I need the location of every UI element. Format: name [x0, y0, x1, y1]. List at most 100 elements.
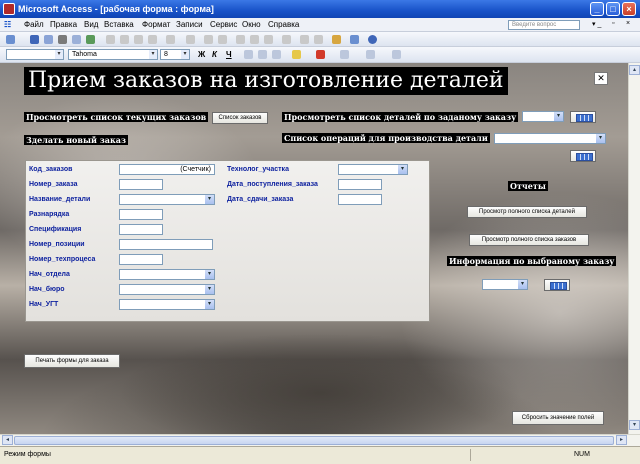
- operations-grid-button[interactable]: [570, 150, 596, 162]
- receipt-date-field[interactable]: [338, 179, 382, 190]
- horizontal-scrollbar[interactable]: ◂ ▸: [0, 434, 640, 446]
- font-name-select[interactable]: Tahoma ▾: [68, 49, 158, 60]
- chevron-down-icon[interactable]: ▾: [554, 112, 563, 121]
- full-orders-list-button[interactable]: Просмотр полного списка заказов: [469, 234, 589, 246]
- scroll-down-icon[interactable]: ▾: [629, 420, 640, 430]
- view-icon[interactable]: [6, 35, 15, 44]
- menu-file[interactable]: Файл: [24, 20, 44, 29]
- process-number-field[interactable]: [119, 254, 163, 265]
- object-selector[interactable]: ▾: [6, 49, 64, 60]
- new-object-icon[interactable]: [350, 35, 359, 44]
- scroll-right-icon[interactable]: ▸: [616, 435, 627, 445]
- chevron-down-icon[interactable]: ▾: [181, 50, 189, 59]
- chevron-down-icon[interactable]: ▾: [55, 50, 63, 59]
- chevron-down-icon[interactable]: ▾: [518, 280, 527, 289]
- technologist-select[interactable]: ▾: [338, 164, 408, 175]
- database-window-icon[interactable]: [332, 35, 341, 44]
- details-grid-button[interactable]: [570, 111, 596, 123]
- detail-name-select[interactable]: ▾: [119, 194, 215, 205]
- copy-icon[interactable]: [120, 35, 129, 44]
- chevron-down-icon[interactable]: ▾: [205, 195, 214, 204]
- search-icon[interactable]: [44, 35, 53, 44]
- reports-label: Отчеты: [508, 181, 548, 191]
- chevron-down-icon[interactable]: ▾: [149, 50, 157, 59]
- delivery-date-field[interactable]: [338, 194, 382, 205]
- menu-help[interactable]: Справка: [268, 20, 299, 29]
- specification-field[interactable]: [119, 224, 163, 235]
- font-size-value: 8: [164, 51, 168, 58]
- scroll-up-icon[interactable]: ▴: [629, 65, 640, 75]
- order-select-for-details[interactable]: ▾: [522, 111, 564, 122]
- form-menu-icon[interactable]: ☷: [4, 20, 11, 29]
- print-order-form-button[interactable]: Печать формы для заказа: [24, 354, 120, 368]
- vertical-scrollbar[interactable]: ▴ ▾: [628, 63, 640, 434]
- filter-form-icon[interactable]: [250, 35, 259, 44]
- chevron-down-icon[interactable]: ▾: [596, 134, 605, 143]
- help-icon[interactable]: [368, 35, 377, 44]
- apply-filter-icon[interactable]: [264, 35, 273, 44]
- sort-descending-icon[interactable]: [218, 35, 227, 44]
- doc-minimize-icon[interactable]: ▾ _: [592, 20, 601, 28]
- view-orders-label: Просмотреть список текущих заказов: [24, 112, 209, 122]
- menu-tools[interactable]: Сервис: [210, 20, 237, 29]
- chevron-down-icon[interactable]: ▾: [205, 270, 214, 279]
- line-width-icon[interactable]: [366, 50, 375, 59]
- delete-record-icon[interactable]: [314, 35, 323, 44]
- underline-button[interactable]: Ч: [226, 50, 232, 59]
- fill-color-icon[interactable]: [292, 50, 301, 59]
- sort-ascending-icon[interactable]: [204, 35, 213, 44]
- print-icon[interactable]: [58, 35, 67, 44]
- ugt-head-select[interactable]: ▾: [119, 299, 215, 310]
- bold-button[interactable]: Ж: [198, 50, 205, 59]
- paste-icon[interactable]: [134, 35, 143, 44]
- minimize-button[interactable]: _: [590, 2, 604, 16]
- special-effect-icon[interactable]: [392, 50, 401, 59]
- menu-edit[interactable]: Правка: [50, 20, 77, 29]
- selected-order-select[interactable]: ▾: [482, 279, 528, 290]
- maximize-button[interactable]: □: [606, 2, 620, 16]
- align-center-icon[interactable]: [258, 50, 267, 59]
- chevron-down-icon[interactable]: ▾: [398, 165, 407, 174]
- close-form-button[interactable]: ✕: [594, 72, 608, 85]
- font-size-select[interactable]: 8 ▾: [160, 49, 190, 60]
- order-info-grid-button[interactable]: [544, 279, 570, 291]
- font-color-icon[interactable]: [316, 50, 325, 59]
- format-painter-icon[interactable]: [148, 35, 157, 44]
- undo-icon[interactable]: [166, 35, 175, 44]
- save-icon[interactable]: [30, 35, 39, 44]
- menu-view[interactable]: Вид: [84, 20, 98, 29]
- find-icon[interactable]: [282, 35, 291, 44]
- close-button[interactable]: ×: [622, 2, 636, 16]
- new-record-icon[interactable]: [300, 35, 309, 44]
- chevron-down-icon[interactable]: ▾: [205, 285, 214, 294]
- dept-head-select[interactable]: ▾: [119, 269, 215, 280]
- operations-detail-select[interactable]: ▾: [494, 133, 606, 144]
- allocation-field[interactable]: [119, 209, 163, 220]
- doc-restore-icon[interactable]: ▫: [612, 20, 614, 27]
- position-number-field[interactable]: [119, 239, 213, 250]
- menu-format[interactable]: Формат: [142, 20, 170, 29]
- align-left-icon[interactable]: [244, 50, 253, 59]
- insert-hyperlink-icon[interactable]: [186, 35, 195, 44]
- order-code-field[interactable]: (Счетчик): [119, 164, 215, 175]
- reset-fields-button[interactable]: Сбросить значение полей: [512, 411, 604, 425]
- menu-records[interactable]: Записи: [176, 20, 203, 29]
- spelling-icon[interactable]: [86, 35, 95, 44]
- chevron-down-icon[interactable]: ▾: [205, 300, 214, 309]
- menu-window[interactable]: Окно: [242, 20, 261, 29]
- full-details-list-button[interactable]: Просмотр полного списка деталей: [467, 206, 587, 218]
- order-number-field[interactable]: [119, 179, 163, 190]
- doc-close-icon[interactable]: ×: [626, 20, 630, 27]
- filter-icon[interactable]: [236, 35, 245, 44]
- orders-list-button[interactable]: Список заказов: [212, 112, 268, 124]
- horizontal-scroll-thumb[interactable]: [14, 436, 614, 445]
- cut-icon[interactable]: [106, 35, 115, 44]
- bureau-head-select[interactable]: ▾: [119, 284, 215, 295]
- line-color-icon[interactable]: [340, 50, 349, 59]
- italic-button[interactable]: К: [212, 50, 217, 59]
- scroll-left-icon[interactable]: ◂: [2, 435, 13, 445]
- help-question-input[interactable]: Введите вопрос: [508, 20, 580, 30]
- menu-insert[interactable]: Вставка: [104, 20, 134, 29]
- preview-icon[interactable]: [72, 35, 81, 44]
- align-right-icon[interactable]: [272, 50, 281, 59]
